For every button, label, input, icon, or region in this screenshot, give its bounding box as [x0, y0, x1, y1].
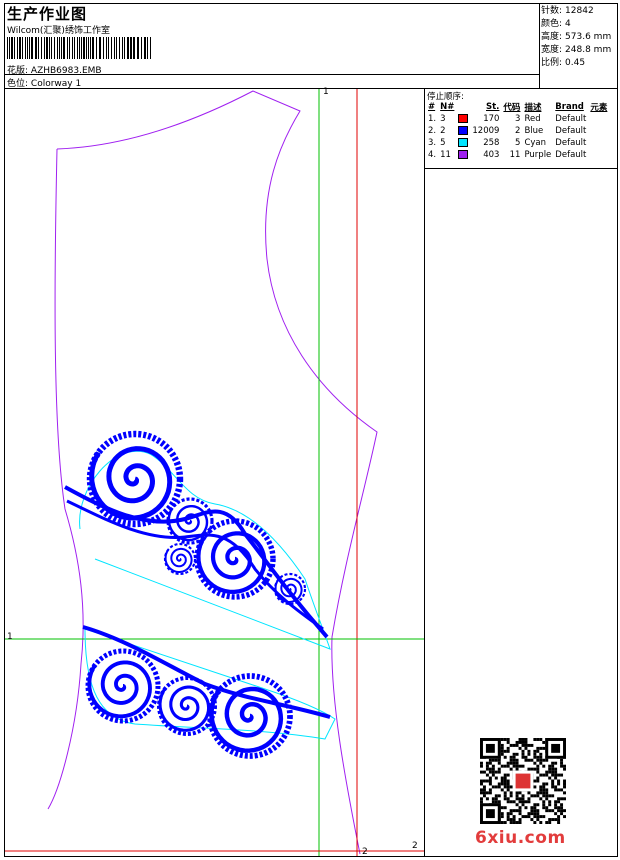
row-elements [588, 125, 609, 137]
row-description: Purple [524, 150, 552, 160]
col-brand: Brand [555, 102, 584, 112]
design-file-name: AZHB6983.EMB [30, 66, 102, 76]
stat-height: 高度: 573.6 mm [541, 32, 612, 42]
row-needle: 2 [440, 126, 446, 136]
colorway-label: 色位: [7, 79, 29, 89]
row-swatch [456, 137, 470, 149]
stat-scale: 比例: 0.45 [541, 58, 586, 68]
qr-code-image [480, 738, 566, 824]
table-header-row: # N# St. 代码 描述 Brand 元素 [426, 101, 609, 113]
row-needle: 11 [440, 150, 451, 160]
guide-label-top: 1 [323, 87, 329, 97]
col-index: # [428, 102, 436, 112]
row-elements [588, 113, 609, 125]
stat-width: 宽度: 248.8 mm [541, 45, 612, 55]
row-index: 2. [428, 126, 437, 136]
row-code: 11 [509, 150, 521, 160]
garment-outline [47, 90, 378, 855]
row-elements [588, 137, 609, 149]
embroidery-motif-upper [64, 430, 331, 650]
table-row: 3. 5 258 5 Cyan Default [426, 137, 609, 149]
col-code: 代码 [503, 103, 521, 113]
spiral-stitch [87, 660, 152, 719]
table-row: 4. 11 403 11 Purple Default [426, 149, 609, 161]
row-index: 3. [428, 138, 437, 148]
col-swatch [456, 101, 470, 113]
row-index: 4. [428, 150, 437, 160]
color-swatch [458, 126, 469, 135]
col-stitches: St. [486, 102, 500, 112]
spiral-upper-1 [86, 430, 184, 528]
row-code: 2 [515, 126, 521, 136]
col-description: 描述 [524, 103, 542, 113]
color-swatch [458, 114, 469, 123]
spiral-lower-3 [207, 673, 293, 759]
table-row: 1. 3 170 3 Red Default [426, 113, 609, 125]
row-stitches: 170 [483, 114, 500, 124]
row-stitches: 403 [483, 150, 500, 160]
stat-stitches: 针数: 12842 [541, 6, 594, 16]
guide-label-bottom-mid: 2 [362, 847, 368, 857]
guide-label-left: 1 [7, 632, 13, 642]
stop-sequence-table: # N# St. 代码 描述 Brand 元素 1. 3 170 3 Red Defaul… [426, 101, 609, 161]
row-swatch [456, 125, 470, 137]
row-brand: Default [555, 138, 587, 148]
watermark-logo-text: 6xiu.com [475, 828, 566, 848]
col-needle: N# [440, 102, 455, 112]
row-index: 1. [428, 114, 437, 124]
embroidery-motif-lower [82, 625, 336, 759]
row-stitches: 258 [483, 138, 500, 148]
row-swatch [456, 113, 470, 125]
guide-label-bottom-right: 2 [412, 841, 418, 851]
row-code: 3 [515, 114, 521, 124]
row-brand: Default [555, 150, 587, 160]
design-canvas [5, 89, 424, 856]
colorway-row: 色位: Colorway 1 [7, 76, 81, 89]
row-description: Cyan [524, 138, 546, 148]
spiral-lower-1 [85, 648, 161, 724]
color-swatch [458, 150, 469, 159]
sheet-title: 生产作业图 [7, 5, 88, 23]
row-needle: 3 [440, 114, 446, 124]
design-stats: 针数: 12842 颜色: 4 高度: 573.6 mm 宽度: 248.8 mm 比例… [540, 3, 618, 89]
stitch-band-upper-2 [66, 499, 324, 631]
spiral-upper-5 [163, 542, 197, 576]
table-row: 2. 2 12009 2 Blue Default [426, 125, 609, 137]
barcode-image [7, 37, 151, 59]
row-brand: Default [555, 126, 587, 136]
stat-colors: 颜色: 4 [541, 19, 571, 29]
row-stitches: 12009 [472, 126, 500, 136]
row-brand: Default [555, 114, 587, 124]
row-code: 5 [515, 138, 521, 148]
right-panel-border [424, 169, 425, 857]
stop-sequence-panel: 停止顺序: # N# St. 代码 描述 Brand 元素 1. 3 170 3 Red… [424, 89, 618, 169]
col-elements: 元素 [590, 103, 608, 113]
row-elements [588, 149, 609, 161]
spiral-stitch [89, 446, 173, 521]
row-description: Blue [524, 126, 544, 136]
row-swatch [456, 149, 470, 161]
design-label: 花版: [7, 66, 29, 76]
row-description: Red [524, 114, 541, 124]
design-file-row: 花版: AZHB6983.EMB [7, 63, 102, 76]
color-swatch [458, 138, 469, 147]
underlay-upper [79, 451, 331, 650]
colorway-value: Colorway 1 [30, 79, 82, 89]
company-name: Wilcom(汇聚)绣饰工作室 [7, 26, 110, 36]
row-needle: 5 [440, 138, 446, 148]
sheet-header: 生产作业图 Wilcom(汇聚)绣饰工作室 花版: AZHB6983.EMB 色… [4, 3, 540, 89]
